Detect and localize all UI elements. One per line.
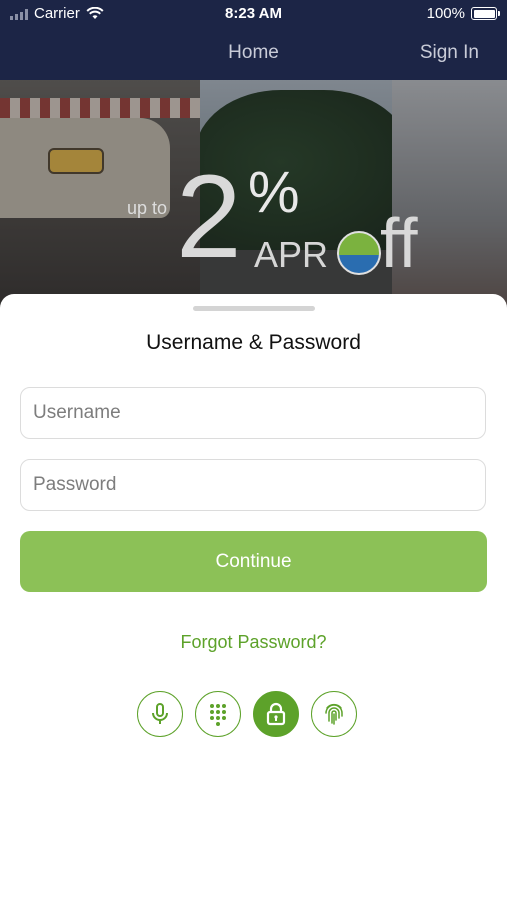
username-input[interactable] — [21, 388, 485, 438]
promo-banner: up to 2 % APR ff — [0, 80, 507, 310]
password-field-container — [20, 459, 486, 511]
microphone-icon — [152, 703, 168, 724]
login-sheet: Username & Password Continue Forgot Pass… — [0, 294, 507, 900]
promo-apr: APR — [254, 234, 329, 275]
auth-method-selector — [137, 691, 357, 737]
fingerprint-icon — [325, 703, 343, 725]
promo-off-suffix: ff — [380, 204, 418, 282]
promo-text: up to 2 % APR ff — [0, 80, 507, 310]
battery-label: 100% — [426, 5, 465, 22]
voice-auth-button[interactable] — [137, 691, 183, 737]
password-auth-button[interactable] — [253, 691, 299, 737]
battery-icon — [471, 7, 500, 20]
lock-icon — [266, 702, 286, 726]
forgot-password-link[interactable]: Forgot Password? — [0, 632, 507, 653]
promo-number: 2 — [176, 151, 242, 283]
username-field-container — [20, 387, 486, 439]
sign-in-button[interactable]: Sign In — [420, 42, 479, 64]
status-bar: Carrier 8:23 AM 100% — [0, 0, 507, 28]
keypad-icon — [210, 704, 226, 726]
pin-auth-button[interactable] — [195, 691, 241, 737]
continue-button[interactable]: Continue — [20, 531, 487, 592]
promo-percent: % — [248, 160, 300, 225]
fingerprint-auth-button[interactable] — [311, 691, 357, 737]
login-title: Username & Password — [146, 331, 361, 354]
promo-logo-icon — [337, 231, 381, 275]
promo-up-to: up to — [127, 198, 168, 218]
sheet-drag-handle[interactable] — [193, 306, 315, 311]
password-input[interactable] — [21, 460, 485, 510]
app-header: Carrier 8:23 AM 100% Home Sign In — [0, 0, 507, 80]
